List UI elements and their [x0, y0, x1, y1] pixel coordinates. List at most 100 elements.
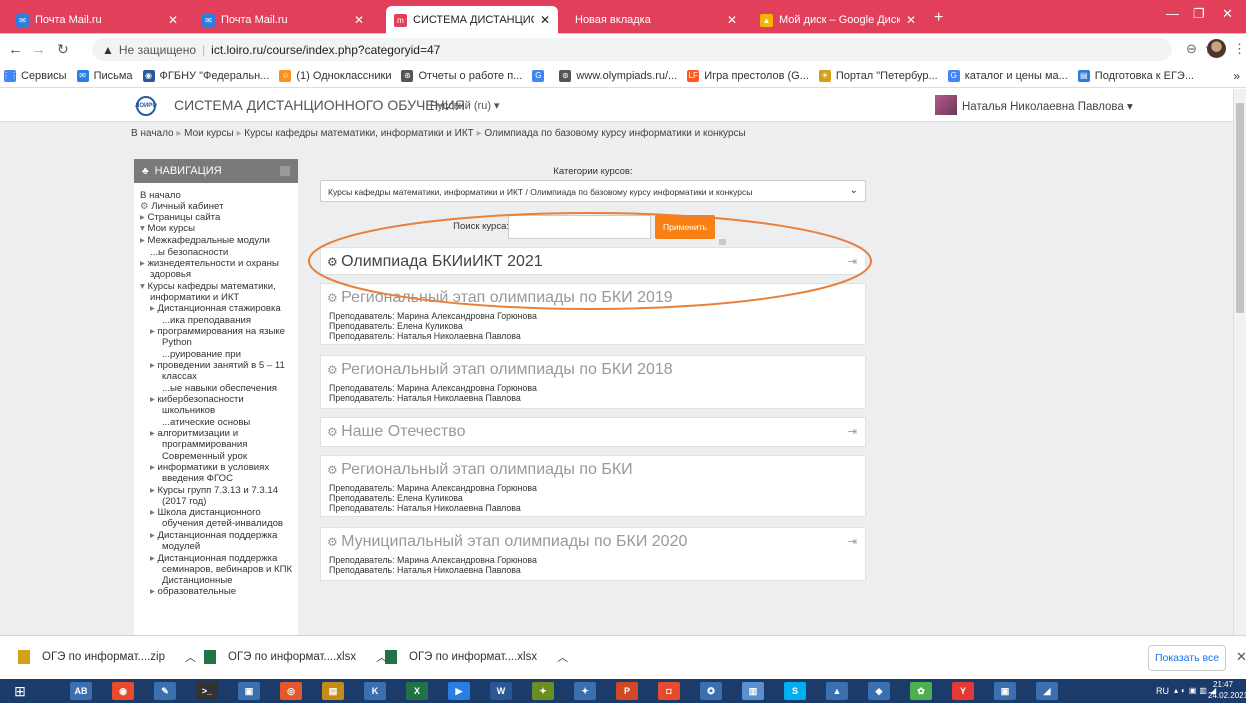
- app-icon[interactable]: ◆: [868, 682, 890, 700]
- nav-item[interactable]: ▸ алгоритмизации и: [150, 428, 238, 439]
- site-logo[interactable]: ЛОИРО: [135, 96, 157, 116]
- enroll-icon[interactable]: ⇥: [848, 425, 857, 438]
- nav-item[interactable]: ▸ образовательные: [150, 586, 236, 597]
- bookmark-item[interactable]: ◉ ФГБНУ "Федеральн...: [142, 69, 269, 82]
- profile-avatar[interactable]: [1207, 39, 1226, 58]
- app-icon[interactable]: ▲: [826, 682, 848, 700]
- course-title[interactable]: ⚙ Региональный этап олимпиады по БКИ 201…: [327, 361, 673, 379]
- chevron-up-icon[interactable]: ︿: [185, 649, 196, 665]
- nav-item[interactable]: программирования: [162, 439, 247, 450]
- close-tab-icon[interactable]: ✕: [906, 13, 916, 27]
- app-icon[interactable]: ◘: [658, 682, 680, 700]
- nav-item[interactable]: ▸ Школа дистанционного: [150, 507, 261, 518]
- video-app-icon[interactable]: ▶: [448, 682, 470, 700]
- bookmark-item[interactable]: G: [532, 69, 549, 82]
- app-icon[interactable]: ✦: [574, 682, 596, 700]
- course-box[interactable]: ⚙ Муниципальный этап олимпиады по БКИ 20…: [320, 527, 866, 581]
- page-scrollbar[interactable]: [1233, 89, 1246, 635]
- app-icon[interactable]: ✿: [910, 682, 932, 700]
- close-window-icon[interactable]: ✕: [1222, 6, 1233, 22]
- forward-icon[interactable]: →: [31, 41, 46, 58]
- folder-app-icon[interactable]: ▤: [322, 682, 344, 700]
- category-select[interactable]: Курсы кафедры математики, информатики и …: [320, 180, 866, 202]
- nav-item[interactable]: ...руирование при: [162, 349, 241, 360]
- browser-tab[interactable]: m СИСТЕМА ДИСТАНЦИОННОГО ✕: [386, 6, 558, 34]
- enroll-icon[interactable]: ⇥: [848, 535, 857, 548]
- yandex-app-icon[interactable]: Y: [952, 682, 974, 700]
- excel-app-icon[interactable]: X: [406, 682, 428, 700]
- nav-item[interactable]: семинаров, вебинаров и КПК: [162, 564, 292, 575]
- close-tab-icon[interactable]: ✕: [168, 13, 178, 27]
- browser-tab[interactable]: ✉ Почта Mail.ru ✕: [194, 6, 372, 34]
- nav-item[interactable]: ⚙ Личный кабинет: [140, 201, 223, 212]
- bookmark-item[interactable]: ▤ Подготовка к ЕГЭ...: [1077, 69, 1194, 82]
- close-tab-icon[interactable]: ✕: [540, 13, 550, 27]
- app-icon[interactable]: ▣: [994, 682, 1016, 700]
- bookmark-item[interactable]: Gкаталог и цены ма...: [947, 69, 1068, 82]
- nav-item[interactable]: ▸ программирования на языке: [150, 326, 285, 337]
- navigation-header[interactable]: ♣ НАВИГАЦИЯ: [134, 159, 298, 183]
- nav-item[interactable]: школьников: [162, 405, 215, 416]
- close-tab-icon[interactable]: ✕: [354, 13, 364, 27]
- clock-time[interactable]: 21:47: [1213, 680, 1233, 689]
- zoom-icon[interactable]: ⊖: [1186, 41, 1197, 57]
- bookmark-item[interactable]: ☀ Портал "Петербур...: [818, 69, 938, 82]
- nav-item[interactable]: ...атические основы: [162, 417, 250, 428]
- bookmark-item[interactable]: ☺ (1) Одноклассники: [279, 69, 391, 82]
- powerpoint-app-icon[interactable]: P: [616, 682, 638, 700]
- maximize-icon[interactable]: ❐: [1193, 6, 1205, 22]
- nav-item[interactable]: ▸ информатики в условиях: [150, 462, 269, 473]
- clock-date[interactable]: 24.02.2021: [1208, 691, 1246, 700]
- nav-item[interactable]: Современный урок: [162, 451, 247, 462]
- course-box[interactable]: ⚙ Региональный этап олимпиады по БКИ 201…: [320, 355, 866, 409]
- browser-tab[interactable]: ▲ Мой диск – Google Диск ✕: [752, 6, 924, 34]
- close-downloads-icon[interactable]: ✕: [1236, 649, 1246, 665]
- bookmark-item[interactable]: LF Игра престолов (G...: [687, 69, 809, 82]
- browser-tab[interactable]: Новая вкладка ✕: [567, 6, 745, 34]
- new-tab-icon[interactable]: +: [934, 9, 943, 27]
- back-icon[interactable]: ←: [8, 41, 23, 58]
- nav-item[interactable]: ▸ Страницы сайта: [140, 212, 220, 223]
- bookmark-item[interactable]: ⊛ www.olympiads.ru/...: [559, 69, 677, 82]
- breadcrumb-link[interactable]: Мои курсы: [184, 128, 234, 139]
- camera-app-icon[interactable]: ◉: [112, 682, 134, 700]
- nav-item[interactable]: введения ФГОС: [162, 473, 233, 484]
- nav-item[interactable]: информатики и ИКТ: [150, 292, 239, 303]
- course-box[interactable]: ⚙ Региональный этап олимпиады по БКИ Преп…: [320, 455, 866, 517]
- bookmark-item[interactable]: ✉ Письма: [76, 69, 133, 82]
- bookmark-item[interactable]: ⋮⋮ Сервисы: [2, 69, 67, 82]
- files-app-icon[interactable]: ▥: [742, 682, 764, 700]
- nav-item[interactable]: ▸ проведении занятий в 5 – 11: [150, 360, 285, 371]
- nav-item[interactable]: Python: [162, 337, 192, 348]
- app-icon[interactable]: ✪: [700, 682, 722, 700]
- show-all-downloads-button[interactable]: Показать все: [1148, 645, 1226, 671]
- download-item[interactable]: ОГЭ по информат....xlsx ︿: [204, 649, 387, 665]
- nav-item[interactable]: (2017 год): [162, 496, 206, 507]
- skype-app-icon[interactable]: S: [784, 682, 806, 700]
- reload-icon[interactable]: ↻: [57, 41, 69, 58]
- user-menu[interactable]: Наталья Николаевна Павлова ▾: [962, 99, 1133, 113]
- course-box[interactable]: ⚙ Наше Отечество ⇥: [320, 417, 866, 447]
- nav-item[interactable]: ▾ Курсы кафедры математики,: [140, 281, 276, 292]
- nav-item[interactable]: ...ика преподавания: [162, 315, 251, 326]
- nav-item[interactable]: ▸ Дистанционная стажировка: [150, 303, 281, 314]
- nav-item[interactable]: ▸ Дистанционная поддержка: [150, 530, 277, 541]
- nav-item[interactable]: классах: [162, 371, 197, 382]
- save-app-icon[interactable]: ▣: [238, 682, 260, 700]
- nav-item[interactable]: В начало: [140, 190, 181, 201]
- nav-item[interactable]: ▸ кибербезопасности: [150, 394, 244, 405]
- breadcrumb-link[interactable]: Курсы кафедры математики, информатики и …: [244, 128, 474, 139]
- nav-item[interactable]: ▸ Межкафедральные модули: [140, 235, 270, 246]
- minimize-icon[interactable]: —: [1166, 6, 1179, 21]
- more-bookmarks-icon[interactable]: »: [1233, 69, 1240, 83]
- browser-tab[interactable]: ✉ Почта Mail.ru ✕: [8, 6, 186, 34]
- nav-item[interactable]: Дистанционные: [162, 575, 233, 586]
- breadcrumb-link[interactable]: Олимпиада по базовому курсу информатики …: [484, 128, 745, 139]
- word-app-icon[interactable]: W: [490, 682, 512, 700]
- paint-app-icon[interactable]: ✎: [154, 682, 176, 700]
- collapse-icon[interactable]: [280, 166, 290, 176]
- nav-item[interactable]: обучения детей-инвалидов: [162, 518, 283, 529]
- chrome-app-icon[interactable]: ◎: [280, 682, 302, 700]
- language-indicator[interactable]: RU: [1156, 686, 1169, 696]
- site-title[interactable]: СИСТЕМА ДИСТАНЦИОННОГО ОБУЧЕНИЯ: [174, 97, 465, 113]
